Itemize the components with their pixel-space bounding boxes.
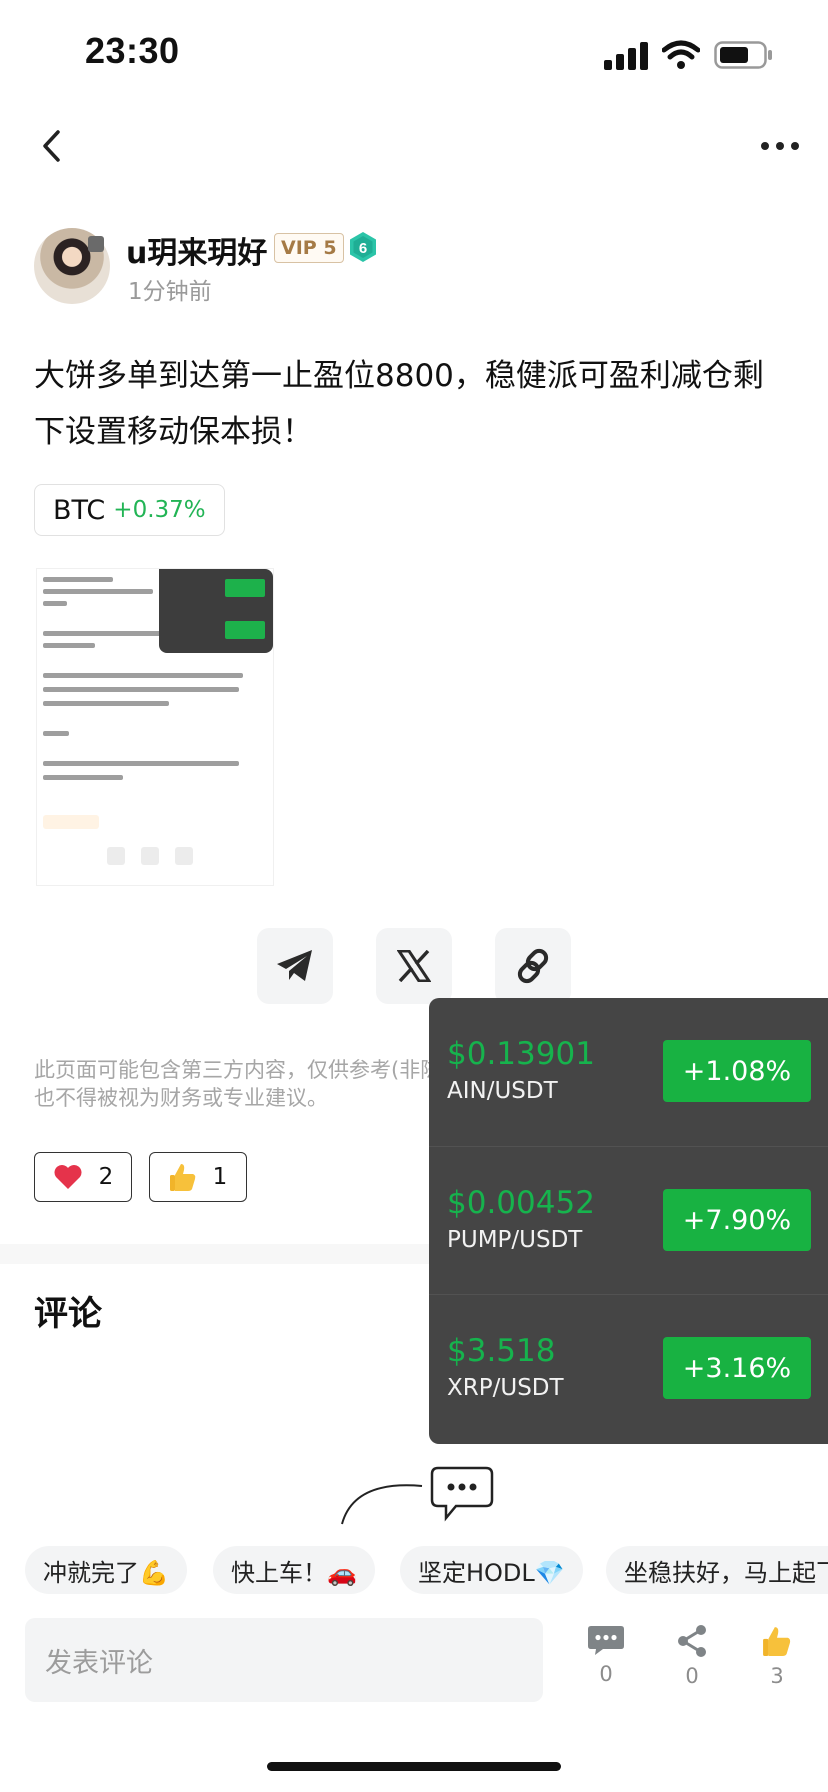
post-image[interactable] (36, 568, 274, 886)
share-telegram-button[interactable] (257, 928, 333, 1004)
post-time: 1分钟前 (128, 279, 212, 305)
quick-reply-chip[interactable]: 快上车！🚗 (213, 1546, 375, 1594)
thumbs-up-icon (763, 1627, 791, 1656)
reaction-thumb-button[interactable]: 1 (149, 1152, 247, 1202)
share-link-button[interactable] (495, 928, 571, 1004)
more-dots-icon (761, 142, 799, 150)
share-icon (678, 1625, 706, 1657)
x-logo-icon (397, 950, 431, 982)
ticker-change-button[interactable]: +1.08% (663, 1040, 811, 1102)
comments-title: 评论 (34, 1294, 102, 1334)
ticker-price: $3.518 (447, 1333, 556, 1369)
ticker-pair: XRP/USDT (447, 1375, 564, 1401)
post-text: 大饼多单到达第一止盈位8800，稳健派可盈利减仓剩下设置移动保本损！ (34, 358, 764, 450)
ticker-pair: PUMP/USDT (447, 1227, 583, 1253)
ticker-row[interactable]: $3.518 XRP/USDT +3.16% (429, 1294, 828, 1443)
comment-action-button[interactable]: 0 (576, 1624, 636, 1698)
author-name[interactable]: u玥来玥好 (126, 228, 267, 272)
back-button[interactable] (30, 124, 74, 168)
market-ticker-popup[interactable]: $0.13901 AIN/USDT +1.08% $0.00452 PUMP/U… (429, 998, 828, 1444)
hexagon-level-icon: 6 (350, 232, 376, 262)
more-options-button[interactable] (752, 124, 808, 168)
ticker-pair: AIN/USDT (447, 1078, 558, 1104)
share-x-button[interactable] (376, 928, 452, 1004)
heart-icon (54, 1165, 82, 1189)
coin-chip[interactable]: BTC +0.37% (34, 484, 225, 536)
link-icon (517, 948, 549, 984)
cellular-signal-icon (604, 42, 648, 70)
ticker-row[interactable]: $0.00452 PUMP/USDT +7.90% (429, 1146, 828, 1295)
empty-comments-illustration-icon (341, 1466, 494, 1525)
chevron-left-icon (43, 130, 60, 162)
ticker-change-button[interactable]: +3.16% (663, 1337, 811, 1399)
share-action-button[interactable]: 0 (662, 1624, 722, 1698)
level-badge: 6 (347, 231, 379, 263)
comment-count: 0 (599, 1662, 613, 1686)
heart-count: 2 (98, 1164, 114, 1190)
level-number: 6 (359, 240, 367, 257)
ticker-price: $0.00452 (447, 1185, 595, 1221)
vip-badge: VIP 5 (274, 233, 344, 263)
status-time: 23:30 (85, 30, 180, 71)
like-count: 3 (770, 1664, 784, 1688)
thumbs-up-icon (169, 1164, 195, 1191)
thumb-count: 1 (212, 1164, 228, 1190)
like-action-button[interactable]: 3 (747, 1624, 807, 1698)
quick-reply-chip[interactable]: 坚定HODL💎 (400, 1546, 583, 1594)
comment-bubble-icon (588, 1626, 624, 1655)
ticker-change-button[interactable]: +7.90% (663, 1189, 811, 1251)
coin-symbol: BTC (53, 494, 106, 526)
share-count: 0 (685, 1664, 699, 1688)
quick-reply-chip[interactable]: 坐稳扶好，马上起飞 (606, 1546, 828, 1594)
battery-icon (714, 41, 772, 69)
quick-reply-chip[interactable]: 冲就完了💪 (25, 1546, 187, 1594)
wifi-icon (662, 40, 700, 69)
ticker-price: $0.13901 (447, 1036, 595, 1072)
home-indicator (267, 1762, 561, 1771)
telegram-icon (277, 950, 312, 981)
coin-change: +0.37% (113, 497, 206, 523)
comment-input[interactable]: 发表评论 (25, 1618, 543, 1702)
reaction-heart-button[interactable]: 2 (34, 1152, 132, 1202)
ticker-row[interactable]: $0.13901 AIN/USDT +1.08% (429, 998, 828, 1146)
avatar-badge-icon (88, 236, 104, 252)
